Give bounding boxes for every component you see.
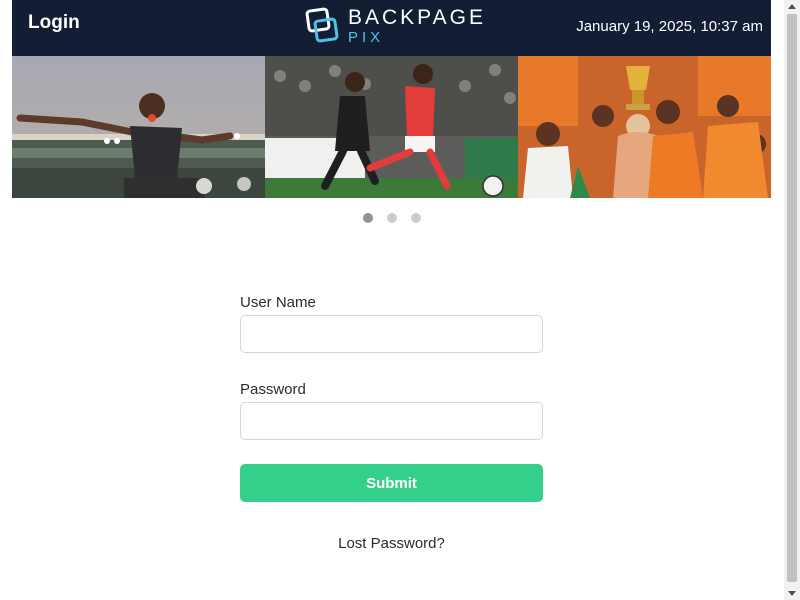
username-input[interactable]: [240, 315, 543, 353]
trophy-celebration-image: [518, 56, 771, 198]
logo-mark-icon: [305, 7, 339, 43]
login-form: User Name Password Submit: [240, 294, 543, 502]
carousel-dot-3[interactable]: [411, 213, 421, 223]
soccer-celebration-image: [12, 56, 265, 198]
carousel-slide-3: [518, 56, 771, 198]
password-label: Password: [240, 381, 306, 398]
soccer-match-image: [265, 56, 518, 198]
submit-button[interactable]: Submit: [240, 464, 543, 502]
photo-carousel[interactable]: [12, 56, 771, 198]
current-datetime: January 19, 2025, 10:37 am: [576, 18, 763, 35]
carousel-slide-2: [265, 56, 518, 198]
backpage-pix-logo[interactable]: BACKPAGE PIX: [302, 6, 486, 46]
login-page: Login BACKPAGE PIX January 19, 2025, 10:…: [0, 0, 800, 600]
top-bar: Login BACKPAGE PIX January 19, 2025, 10:…: [12, 0, 771, 56]
scroll-down-icon[interactable]: [788, 591, 796, 596]
page-title: Login: [28, 12, 80, 33]
scrollbar-thumb[interactable]: [787, 14, 797, 582]
username-label: User Name: [240, 294, 316, 311]
carousel-dot-2[interactable]: [387, 213, 397, 223]
page-scrollbar[interactable]: [784, 0, 800, 600]
scroll-up-icon[interactable]: [788, 4, 796, 9]
carousel-slide-1: [12, 56, 265, 198]
password-input[interactable]: [240, 402, 543, 440]
logo-brand-text: BACKPAGE: [348, 6, 486, 29]
carousel-dot-1[interactable]: [363, 213, 373, 223]
lost-password-link[interactable]: Lost Password?: [240, 535, 543, 552]
carousel-indicators: [363, 213, 421, 223]
logo-sub-text: PIX: [348, 29, 385, 46]
